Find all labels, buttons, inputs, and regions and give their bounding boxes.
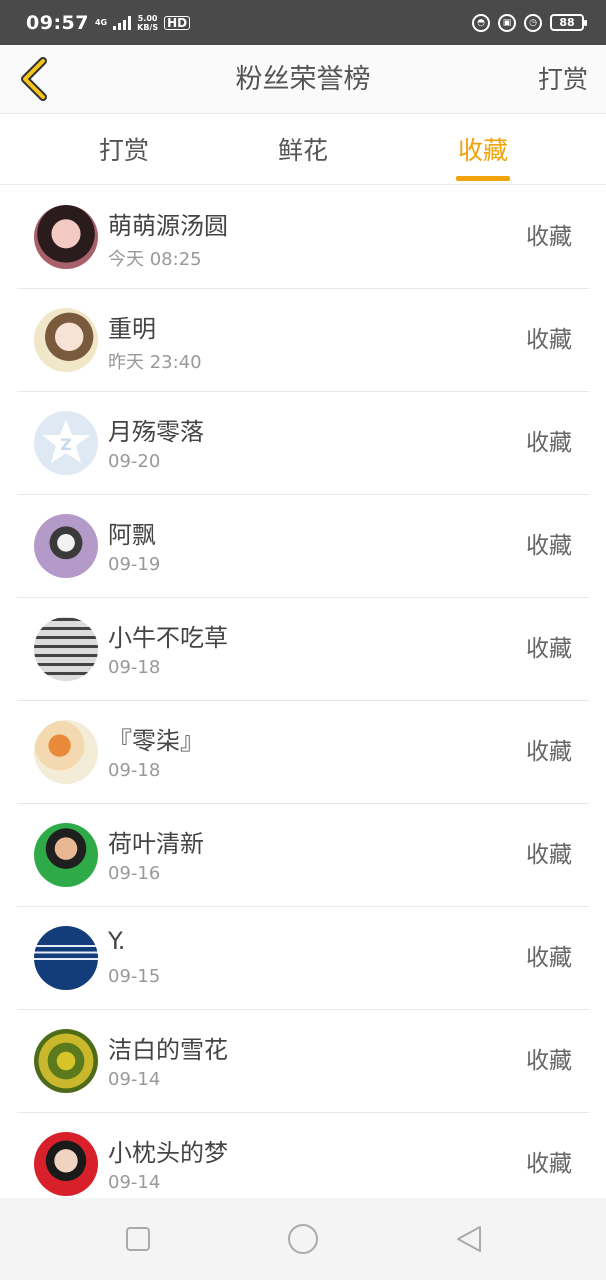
lock-icon: ▣ (498, 13, 516, 32)
user-name: 重明 (108, 315, 156, 343)
user-time: 09-16 (108, 863, 161, 884)
avatar (34, 308, 98, 372)
list-item[interactable]: 荷叶清新 09-16 收藏 (0, 804, 606, 907)
action-label: 收藏 (526, 224, 572, 250)
action-label: 收藏 (526, 636, 572, 662)
tab-favorites[interactable]: 收藏 (423, 115, 543, 185)
user-time: 09-18 (108, 657, 161, 678)
action-label: 收藏 (526, 533, 572, 559)
list-item[interactable]: 重明 昨天 23:40 收藏 (0, 289, 606, 392)
reward-button[interactable]: 打赏 (538, 45, 588, 114)
list-item[interactable]: 萌萌源汤圆 今天 08:25 收藏 (0, 186, 606, 289)
data-saver-icon: ◓ (472, 13, 490, 32)
page-title: 粉丝荣誉榜 (235, 64, 371, 95)
hd-icon: HD (164, 15, 191, 30)
action-label: 收藏 (526, 430, 572, 456)
avatar (34, 617, 98, 681)
avatar (34, 1029, 98, 1093)
avatar: Z (34, 411, 98, 475)
home-icon (288, 1224, 318, 1254)
user-name: 月殇零落 (108, 418, 204, 446)
back-nav-button[interactable] (452, 1222, 486, 1256)
user-time: 09-14 (108, 1069, 161, 1090)
user-time: 今天 08:25 (108, 249, 202, 270)
action-label: 收藏 (526, 739, 572, 765)
status-time: 09:57 (26, 11, 89, 34)
network-speed: 5.00 KB/S (137, 13, 159, 32)
user-name: Y. (108, 927, 126, 955)
avatar (34, 205, 98, 269)
back-nav-icon (457, 1226, 481, 1252)
user-name: 『零柒』 (108, 727, 204, 755)
user-time: 09-20 (108, 451, 161, 472)
action-label: 收藏 (526, 327, 572, 353)
fan-list: 萌萌源汤圆 今天 08:25 收藏 重明 昨天 23:40 收藏 Z 月殇零落 … (0, 186, 606, 1216)
user-name: 洁白的雪花 (108, 1036, 228, 1064)
recent-apps-button[interactable] (121, 1222, 155, 1256)
svg-text:Z: Z (60, 435, 72, 454)
user-name: 萌萌源汤圆 (108, 212, 228, 240)
recent-apps-icon (126, 1227, 150, 1251)
signal-icon (113, 15, 132, 30)
avatar (34, 514, 98, 578)
list-item[interactable]: Z 月殇零落 09-20 收藏 (0, 392, 606, 495)
action-label: 收藏 (526, 1048, 572, 1074)
list-item[interactable]: 小牛不吃草 09-18 收藏 (0, 598, 606, 701)
list-item[interactable]: 『零柒』 09-18 收藏 (0, 701, 606, 804)
user-name: 小枕头的梦 (108, 1139, 228, 1167)
user-name: 阿飘 (108, 521, 156, 549)
user-time: 昨天 23:40 (108, 352, 202, 373)
list-item[interactable]: 洁白的雪花 09-14 收藏 (0, 1010, 606, 1113)
avatar (34, 720, 98, 784)
app-header: 粉丝荣誉榜 打赏 (0, 45, 606, 114)
avatar (34, 1132, 98, 1196)
default-avatar-icon: Z (42, 419, 90, 463)
alarm-icon: ◷ (524, 13, 542, 32)
home-button[interactable] (286, 1222, 320, 1256)
action-label: 收藏 (526, 842, 572, 868)
tab-bar: 打赏 鲜花 收藏 (0, 115, 606, 185)
user-time: 09-15 (108, 966, 161, 987)
system-nav-bar (0, 1198, 606, 1280)
status-bar: 09:57 4G 5.00 KB/S HD ◓ ▣ ◷ 88 (0, 0, 606, 45)
user-time: 09-19 (108, 554, 161, 575)
battery-icon: 88 (550, 14, 587, 31)
list-item[interactable]: 阿飘 09-19 收藏 (0, 495, 606, 598)
active-tab-indicator (456, 176, 510, 181)
user-time: 09-18 (108, 760, 161, 781)
user-name: 荷叶清新 (108, 830, 204, 858)
tab-flowers[interactable]: 鲜花 (243, 115, 363, 185)
avatar (34, 926, 98, 990)
network-type-label: 4G (94, 17, 108, 27)
user-name: 小牛不吃草 (108, 624, 228, 652)
tab-reward[interactable]: 打赏 (64, 115, 184, 185)
user-time: 09-14 (108, 1172, 161, 1193)
list-item[interactable]: Y. 09-15 收藏 (0, 907, 606, 1010)
action-label: 收藏 (526, 945, 572, 971)
avatar (34, 823, 98, 887)
